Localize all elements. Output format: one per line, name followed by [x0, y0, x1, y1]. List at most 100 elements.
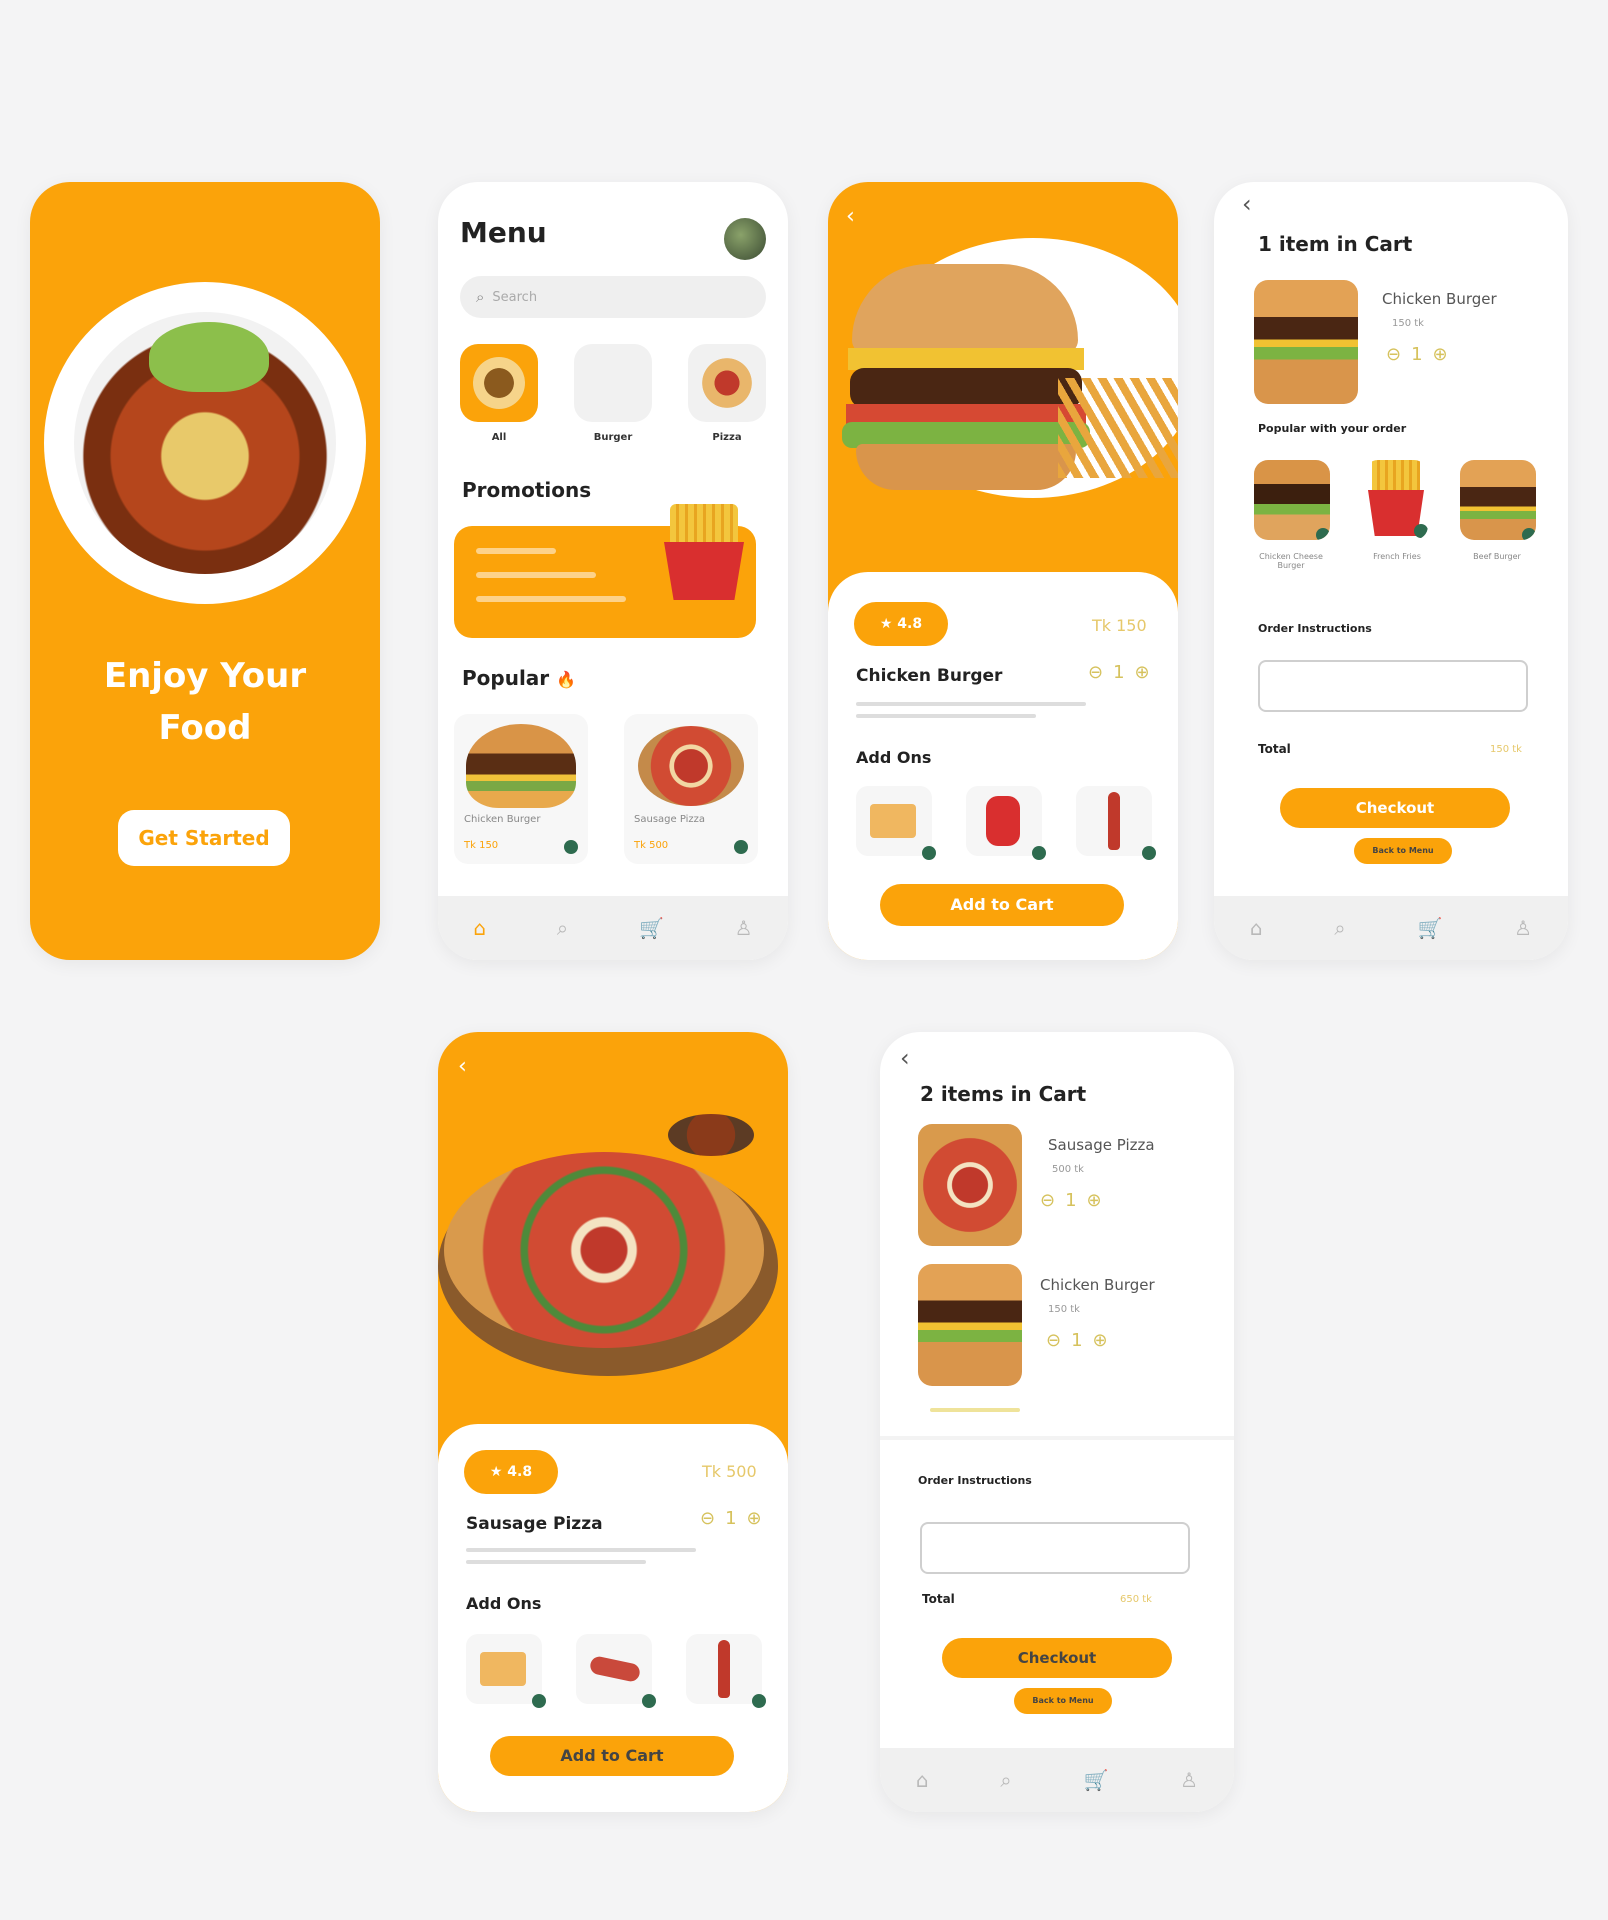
popular-item-price: Tk 500	[634, 840, 669, 851]
cart-item-name: Sausage Pizza	[1048, 1136, 1155, 1154]
suggestion-item[interactable]	[1460, 460, 1536, 540]
detail-card: ★ 4.8 Tk 500 Sausage Pizza ⊖1⊕ Add Ons A…	[438, 1424, 788, 1812]
suggestion-item[interactable]	[1364, 460, 1428, 540]
add-to-cart-button[interactable]: Add to Cart	[880, 884, 1124, 926]
total-value: 150 tk	[1490, 744, 1522, 755]
cart-item-image	[918, 1124, 1022, 1246]
minus-icon[interactable]: ⊖	[1046, 1330, 1071, 1351]
profile-icon[interactable]: ♙	[1514, 916, 1532, 940]
popular-card-pizza[interactable]: Sausage Pizza Tk 500	[624, 714, 758, 864]
sauce-bowl	[668, 1114, 754, 1156]
search-bar[interactable]: ⌕ Search	[460, 276, 766, 318]
get-started-button[interactable]: Get Started	[118, 810, 290, 866]
splash-screen: Enjoy Your Food Get Started	[30, 182, 380, 960]
add-button[interactable]	[734, 840, 748, 854]
addons-title: Add Ons	[466, 1594, 542, 1613]
addon-item[interactable]	[686, 1634, 766, 1708]
quantity-stepper[interactable]: ⊖1⊕	[1386, 344, 1458, 365]
add-to-cart-button[interactable]: Add to Cart	[490, 1736, 734, 1776]
quantity-stepper[interactable]: ⊖1⊕	[1040, 1190, 1112, 1211]
plus-icon[interactable]: ⊕	[1093, 1330, 1118, 1351]
page-title: Menu	[460, 216, 547, 249]
profile-icon[interactable]: ♙	[735, 916, 753, 940]
back-icon[interactable]: ‹	[1242, 190, 1252, 218]
minus-icon[interactable]: ⊖	[1386, 344, 1411, 365]
plus-icon[interactable]: ⊕	[747, 1508, 772, 1529]
addon-item[interactable]	[466, 1634, 546, 1708]
menu-screen: Menu ⌕ Search All Burger Pizza Promotion…	[438, 182, 788, 960]
cart-one-item-screen: ‹ 1 item in Cart Chicken Burger 150 tk ⊖…	[1214, 182, 1568, 960]
category-all[interactable]	[460, 344, 538, 422]
profile-icon[interactable]: ♙	[1180, 1768, 1198, 1792]
cart-icon[interactable]: 🛒	[1083, 1768, 1108, 1792]
cart-item-price: 150 tk	[1048, 1304, 1080, 1315]
back-to-menu-button[interactable]: Back to Menu	[1354, 838, 1452, 864]
popular-item-name: Sausage Pizza	[634, 814, 706, 825]
add-button[interactable]	[564, 840, 578, 854]
order-instructions-input[interactable]	[1258, 660, 1528, 712]
price-label: Tk 150	[1092, 616, 1147, 635]
addon-item[interactable]	[966, 786, 1046, 860]
quantity-stepper[interactable]: ⊖1⊕	[700, 1508, 772, 1529]
price-label: Tk 500	[702, 1462, 757, 1481]
total-value: 650 tk	[1120, 1594, 1152, 1605]
plus-icon[interactable]: ⊕	[1135, 662, 1160, 683]
rating-badge: ★ 4.8	[854, 602, 948, 646]
category-pizza[interactable]	[688, 344, 766, 422]
back-icon[interactable]: ‹	[846, 204, 855, 229]
back-icon[interactable]: ‹	[458, 1054, 467, 1079]
burger-detail-screen: ‹ ★ 4.8 Tk 150 Chicken Burger ⊖1⊕ Add On…	[828, 182, 1178, 960]
back-icon[interactable]: ‹	[900, 1044, 910, 1072]
cart-two-items-screen: ‹ 2 items in Cart Sausage Pizza 500 tk ⊖…	[880, 1032, 1234, 1812]
item-name: Chicken Burger	[856, 666, 1003, 686]
popular-with-order-title: Popular with your order	[1258, 422, 1407, 435]
cart-icon[interactable]: 🛒	[1417, 916, 1442, 940]
checkout-button[interactable]: Checkout	[942, 1638, 1172, 1678]
popular-card-burger[interactable]: Chicken Burger Tk 150	[454, 714, 588, 864]
cart-item-image	[1254, 280, 1358, 404]
burger-hero-image	[828, 238, 1178, 558]
cart-item-name: Chicken Burger	[1382, 290, 1497, 308]
cart-item-name: Chicken Burger	[1040, 1276, 1155, 1294]
bottom-nav: ⌂ ⌕ 🛒 ♙	[1214, 896, 1568, 960]
addon-item[interactable]	[576, 1634, 656, 1708]
home-icon[interactable]: ⌂	[1250, 916, 1263, 940]
category-label-pizza: Pizza	[712, 432, 742, 443]
category-burger[interactable]	[574, 344, 652, 422]
avatar[interactable]	[724, 218, 766, 260]
search-icon[interactable]: ⌕	[1334, 916, 1345, 940]
bottom-nav: ⌂ ⌕ 🛒 ♙	[880, 1748, 1234, 1812]
suggestion-name: Beef Burger	[1473, 552, 1521, 561]
checkout-button[interactable]: Checkout	[1280, 788, 1510, 828]
rating-badge: ★ 4.8	[464, 1450, 558, 1494]
cart-item-price: 150 tk	[1392, 318, 1424, 329]
minus-icon[interactable]: ⊖	[1088, 662, 1113, 683]
promotions-title: Promotions	[462, 478, 592, 502]
minus-icon[interactable]: ⊖	[1040, 1190, 1065, 1211]
popular-title: Popular 🔥	[462, 666, 577, 690]
search-icon[interactable]: ⌕	[1000, 1768, 1011, 1792]
pizza-hero-image	[438, 1152, 788, 1392]
total-label: Total	[1258, 742, 1291, 756]
minus-icon[interactable]: ⊖	[700, 1508, 725, 1529]
search-icon[interactable]: ⌕	[557, 916, 568, 940]
addon-item[interactable]	[1076, 786, 1156, 860]
order-instructions-input[interactable]	[920, 1522, 1190, 1574]
home-icon[interactable]: ⌂	[916, 1768, 929, 1792]
category-label-burger: Burger	[593, 432, 633, 443]
back-to-menu-button[interactable]: Back to Menu	[1014, 1688, 1112, 1714]
search-input[interactable]: Search	[492, 290, 537, 305]
total-label: Total	[922, 1592, 955, 1606]
addons-title: Add Ons	[856, 748, 932, 767]
quantity-stepper[interactable]: ⊖1⊕	[1046, 1330, 1118, 1351]
plus-icon[interactable]: ⊕	[1087, 1190, 1112, 1211]
suggestion-name: Chicken Cheese Burger	[1259, 552, 1323, 570]
home-icon[interactable]: ⌂	[473, 916, 486, 940]
suggestion-item[interactable]	[1254, 460, 1330, 540]
detail-card: ★ 4.8 Tk 150 Chicken Burger ⊖1⊕ Add Ons …	[828, 572, 1178, 960]
cart-title: 1 item in Cart	[1258, 232, 1413, 256]
addon-item[interactable]	[856, 786, 936, 860]
plus-icon[interactable]: ⊕	[1433, 344, 1458, 365]
cart-icon[interactable]: 🛒	[639, 916, 664, 940]
quantity-stepper[interactable]: ⊖1⊕	[1088, 662, 1160, 683]
